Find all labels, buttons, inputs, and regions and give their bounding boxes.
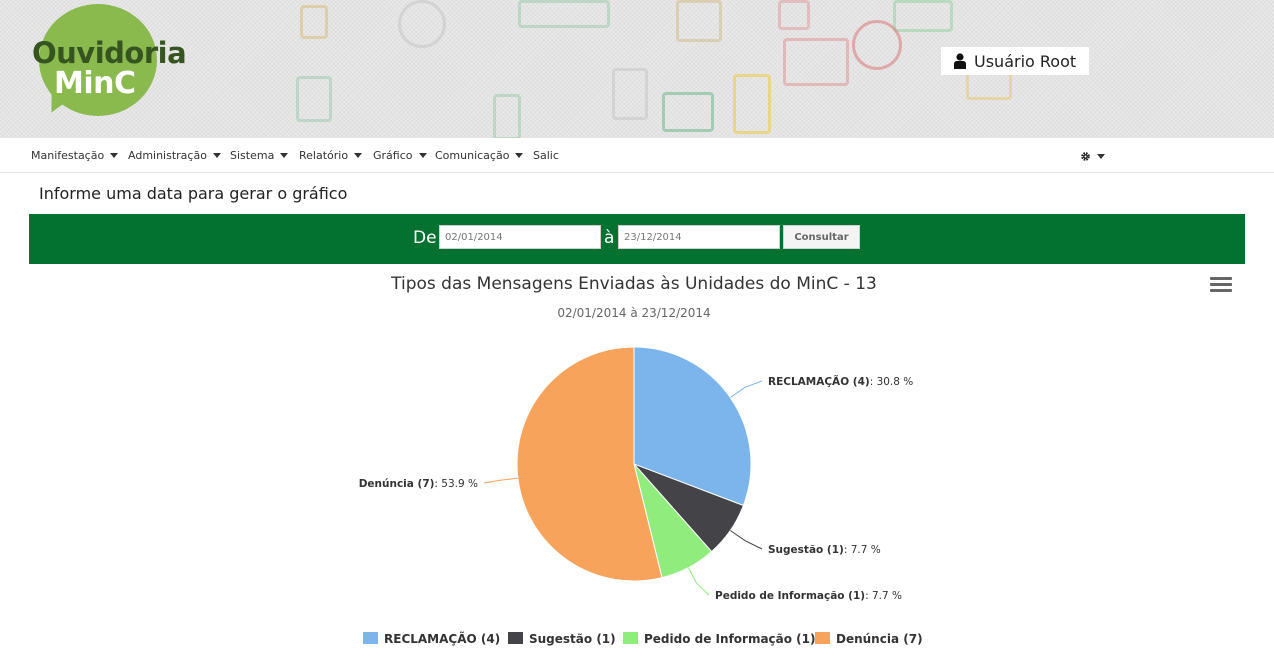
data-label-connector	[730, 530, 763, 550]
data-label-reclamacao: RECLAMAÇÃO (4): 30.8 %	[768, 375, 913, 388]
hamburger-menu-icon-bar	[1210, 289, 1232, 292]
legend-swatch	[508, 632, 523, 644]
data-label-value: : 30.8 %	[870, 376, 914, 388]
legend-item-reclamacao[interactable]: RECLAMAÇÃO (4)	[363, 631, 500, 646]
chart-subtitle: 02/01/2014 à 23/12/2014	[557, 306, 710, 320]
legend-label: Pedido de Informação (1)	[644, 632, 816, 646]
data-label-name: Denúncia (7)	[359, 478, 435, 490]
data-label-name: Sugestão (1)	[768, 544, 844, 556]
data-label-value: : 53.9 %	[434, 478, 478, 490]
data-label-name: Pedido de Informação (1)	[715, 590, 865, 602]
data-label-value: : 7.7 %	[865, 590, 902, 602]
legend-swatch	[363, 632, 378, 644]
legend-item-sugestao[interactable]: Sugestão (1)	[508, 632, 616, 646]
legend-label: RECLAMAÇÃO (4)	[384, 631, 500, 646]
data-label-connector	[687, 567, 710, 596]
data-label-denuncia: Denúncia (7): 53.9 %	[359, 478, 478, 490]
pie-chart: Tipos das Mensagens Enviadas às Unidades…	[359, 274, 923, 646]
data-label-sugestao: Sugestão (1): 7.7 %	[768, 544, 881, 556]
data-label-value: : 7.7 %	[844, 544, 881, 556]
legend-label: Denúncia (7)	[836, 632, 923, 646]
legend-item-denuncia[interactable]: Denúncia (7)	[815, 632, 923, 646]
legend-swatch	[815, 632, 830, 644]
hamburger-menu-icon	[1210, 277, 1232, 280]
legend-label: Sugestão (1)	[529, 632, 616, 646]
data-label-connector	[483, 477, 518, 484]
legend-swatch	[623, 632, 638, 644]
data-label-pedido-de-informacao: Pedido de Informação (1): 7.7 %	[715, 590, 902, 602]
chart-title: Tipos das Mensagens Enviadas às Unidades…	[390, 274, 877, 294]
chart-menu-button[interactable]	[1210, 277, 1232, 295]
legend-item-pedido-de-informacao[interactable]: Pedido de Informação (1)	[623, 632, 816, 646]
data-label-connector	[730, 380, 763, 398]
hamburger-menu-icon-bar	[1210, 283, 1232, 286]
data-label-name: RECLAMAÇÃO (4)	[768, 375, 870, 388]
